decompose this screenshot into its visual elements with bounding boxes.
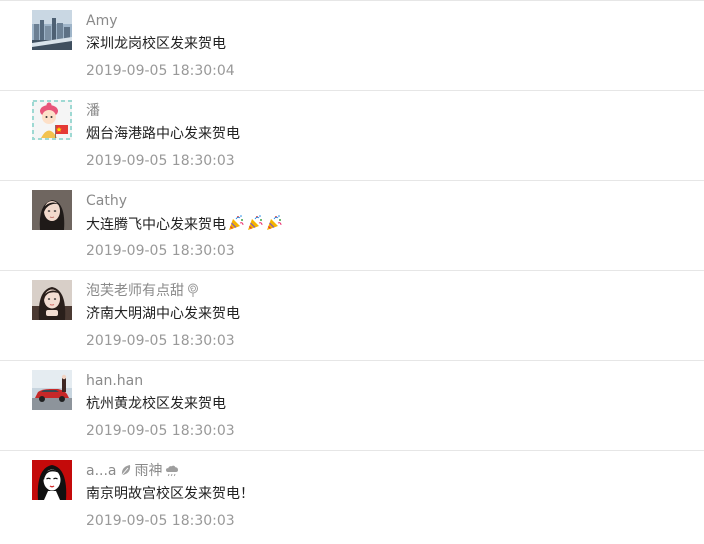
sender-name-text: 泡芙老师有点甜 xyxy=(86,283,184,299)
sender-name: a...a 雨神 xyxy=(86,461,181,481)
woman-portrait-photo-icon xyxy=(32,280,72,320)
timestamp: 2019-09-05 18:30:03 xyxy=(86,153,235,169)
message-text: 深圳龙岗校区发来贺电 xyxy=(86,36,226,52)
message-text-content: 大连腾飞中心发来贺电 xyxy=(86,217,226,233)
timestamp: 2019-09-05 18:30:04 xyxy=(86,63,235,79)
list-item: han.han 杭州黄龙校区发来贺电 2019-09-05 18:30:03 xyxy=(0,361,704,451)
avatar[interactable] xyxy=(32,370,72,410)
sender-name: 潘 xyxy=(86,103,100,119)
cartoon-girl-with-flag-icon xyxy=(32,100,72,140)
list-item: a...a 雨神 南京明故宫校区发来贺电！ 2019-09-05 18:30:03 xyxy=(0,451,704,541)
red-car-photo-icon xyxy=(32,370,72,410)
avatar[interactable] xyxy=(32,190,72,230)
list-item: Cathy 大连腾飞中心发来贺电 2019-09-05 18:30:03 xyxy=(0,181,704,271)
avatar[interactable] xyxy=(32,10,72,50)
rain-cloud-icon xyxy=(165,463,179,477)
red-illustration-girl-icon xyxy=(32,460,72,500)
sender-name: 泡芙老师有点甜 xyxy=(86,281,202,301)
leaf-icon xyxy=(119,463,133,477)
timestamp: 2019-09-05 18:30:03 xyxy=(86,243,235,259)
party-popper-icon xyxy=(246,214,264,232)
message-text: 济南大明湖中心发来贺电 xyxy=(86,306,240,322)
city-skyline-photo-icon xyxy=(32,10,72,50)
avatar[interactable] xyxy=(32,280,72,320)
sender-name: Amy xyxy=(86,13,118,29)
party-popper-icon xyxy=(265,214,283,232)
message-text: 杭州黄龙校区发来贺电 xyxy=(86,396,226,412)
message-text: 大连腾飞中心发来贺电 xyxy=(86,214,283,235)
sender-name: han.han xyxy=(86,373,144,389)
party-popper-icon xyxy=(227,214,245,232)
list-item: 潘 烟台海港路中心发来贺电 2019-09-05 18:30:03 xyxy=(0,91,704,181)
sender-name-prefix: a...a xyxy=(86,463,117,479)
message-list: Amy 深圳龙岗校区发来贺电 2019-09-05 18:30:04 潘 烟台海… xyxy=(0,0,704,541)
message-text: 南京明故宫校区发来贺电！ xyxy=(86,486,254,502)
timestamp: 2019-09-05 18:30:03 xyxy=(86,513,235,529)
list-item: 泡芙老师有点甜 济南大明湖中心发来贺电 2019-09-05 18:30:03 xyxy=(0,271,704,361)
timestamp: 2019-09-05 18:30:03 xyxy=(86,423,235,439)
avatar[interactable] xyxy=(32,460,72,500)
sender-name: Cathy xyxy=(86,193,128,209)
list-item: Amy 深圳龙岗校区发来贺电 2019-09-05 18:30:04 xyxy=(0,1,704,91)
woman-portrait-photo-icon xyxy=(32,190,72,230)
lollipop-icon xyxy=(186,283,200,297)
sender-name-suffix: 雨神 xyxy=(134,463,163,479)
message-text: 烟台海港路中心发来贺电 xyxy=(86,126,240,142)
avatar[interactable] xyxy=(32,100,72,140)
timestamp: 2019-09-05 18:30:03 xyxy=(86,333,235,349)
